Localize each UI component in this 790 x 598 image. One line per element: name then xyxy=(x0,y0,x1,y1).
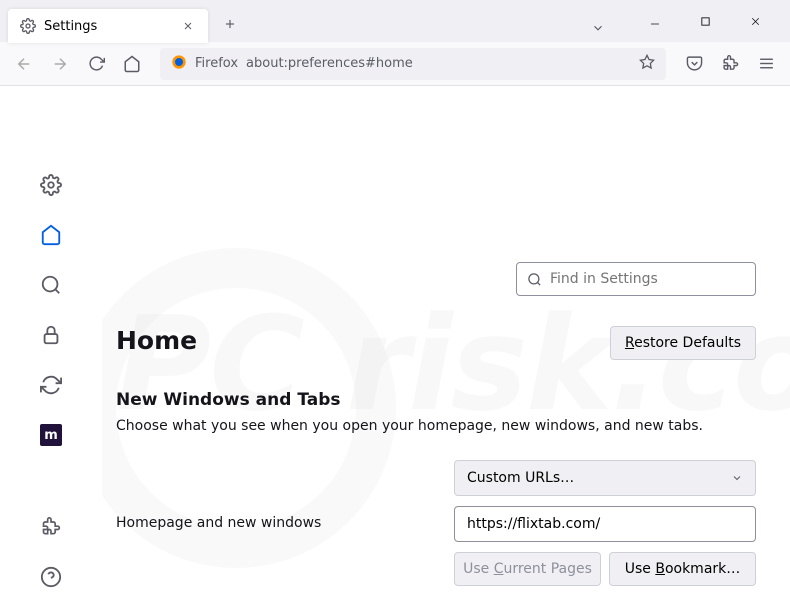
sidebar-item-privacy[interactable] xyxy=(30,314,72,356)
settings-main: PC risk.com Home Restore Defaults New Wi… xyxy=(102,86,790,598)
window-maximize-button[interactable] xyxy=(682,6,728,36)
sidebar-item-more-mozilla[interactable]: m xyxy=(30,414,72,456)
app-menu-icon[interactable] xyxy=(750,48,782,80)
homepage-url-input[interactable] xyxy=(454,506,756,542)
sidebar-item-home[interactable] xyxy=(30,214,72,256)
find-in-settings-input[interactable] xyxy=(550,271,745,287)
find-in-settings[interactable] xyxy=(516,262,756,296)
search-icon xyxy=(527,272,542,287)
use-bookmark-button[interactable]: Use Bookmark… xyxy=(609,552,756,586)
tab-title: Settings xyxy=(44,19,97,34)
homepage-mode-value: Custom URLs… xyxy=(467,470,574,486)
chevron-down-icon xyxy=(731,472,743,484)
home-nav-button[interactable] xyxy=(116,48,148,80)
pocket-icon[interactable] xyxy=(678,48,710,80)
section-new-windows-title: New Windows and Tabs xyxy=(116,390,756,410)
forward-button[interactable] xyxy=(44,48,76,80)
close-tab-icon[interactable] xyxy=(180,18,196,34)
mozilla-icon: m xyxy=(40,424,62,446)
bookmark-star-icon[interactable] xyxy=(639,54,655,74)
window-close-button[interactable] xyxy=(732,6,778,36)
firefox-logo-icon xyxy=(171,54,187,74)
restore-defaults-button[interactable]: Restore Defaults xyxy=(610,326,756,360)
reload-button[interactable] xyxy=(80,48,112,80)
url-bar[interactable]: Firefox about:preferences#home xyxy=(160,48,666,80)
tabs-dropdown-icon[interactable] xyxy=(584,14,612,42)
window-minimize-button[interactable] xyxy=(632,6,678,36)
new-tab-button[interactable] xyxy=(216,10,244,38)
extensions-icon[interactable] xyxy=(714,48,746,80)
gear-icon xyxy=(20,18,36,34)
use-current-pages-button[interactable]: Use Current Pages xyxy=(454,552,601,586)
sidebar-item-support[interactable] xyxy=(30,556,72,598)
sidebar-item-search[interactable] xyxy=(30,264,72,306)
page-title: Home xyxy=(116,326,197,355)
window-controls xyxy=(632,6,778,36)
browser-tab-settings[interactable]: Settings xyxy=(8,9,208,43)
sidebar-item-extensions[interactable] xyxy=(30,506,72,548)
settings-sidebar: m xyxy=(0,86,102,598)
sidebar-item-sync[interactable] xyxy=(30,364,72,406)
url-path: about:preferences#home xyxy=(246,56,413,71)
section-new-windows-desc: Choose what you see when you open your h… xyxy=(116,418,756,434)
url-brand: Firefox xyxy=(195,56,238,71)
sidebar-item-general[interactable] xyxy=(30,164,72,206)
homepage-label: Homepage and new windows xyxy=(116,515,442,531)
homepage-mode-select[interactable]: Custom URLs… xyxy=(454,460,756,496)
tab-bar: Settings xyxy=(0,0,790,42)
back-button[interactable] xyxy=(8,48,40,80)
nav-bar: Firefox about:preferences#home xyxy=(0,42,790,86)
